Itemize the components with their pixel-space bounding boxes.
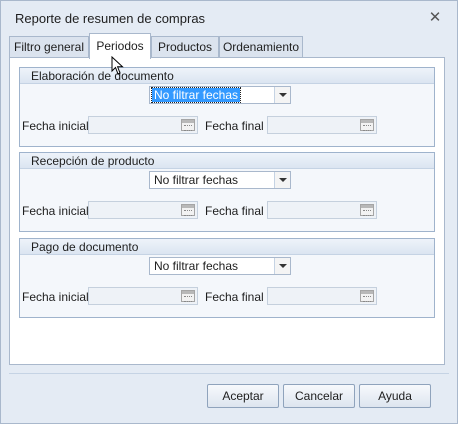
end-date-field[interactable]	[267, 201, 377, 219]
combo-value: No filtrar fechas	[154, 173, 239, 187]
calendar-icon[interactable]	[181, 204, 195, 216]
calendar-icon[interactable]	[360, 204, 374, 216]
chevron-down-icon[interactable]	[274, 87, 290, 103]
end-date-label: Fecha final	[205, 290, 264, 304]
end-date-field[interactable]	[267, 287, 377, 305]
calendar-icon[interactable]	[360, 119, 374, 131]
accept-button[interactable]: Aceptar	[207, 384, 279, 408]
date-filter-select[interactable]: No filtrar fechas	[149, 171, 291, 189]
group-header: Elaboración de documento	[20, 68, 434, 84]
group-header: Recepción de producto	[20, 153, 434, 169]
start-date-label: Fecha inicial	[22, 290, 89, 304]
group-title: Pago de documento	[31, 240, 139, 254]
calendar-icon[interactable]	[360, 290, 374, 302]
close-icon[interactable]: ✕	[427, 10, 443, 25]
start-date-field[interactable]	[88, 287, 198, 305]
group-elaboracion: Elaboración de documento No filtrar fech…	[19, 67, 435, 147]
group-header: Pago de documento	[20, 239, 434, 255]
group-title: Elaboración de documento	[31, 69, 174, 83]
report-dialog: Reporte de resumen de compras ✕ Filtro g…	[0, 0, 458, 424]
end-date-label: Fecha final	[205, 119, 264, 133]
calendar-icon[interactable]	[181, 290, 195, 302]
help-button[interactable]: Ayuda	[359, 384, 431, 408]
group-title: Recepción de producto	[31, 154, 155, 168]
combo-value: No filtrar fechas	[154, 259, 239, 273]
calendar-icon[interactable]	[181, 119, 195, 131]
start-date-label: Fecha inicial	[22, 204, 89, 218]
periodos-panel: Elaboración de documento No filtrar fech…	[9, 57, 445, 365]
date-filter-select[interactable]: No filtrar fechas	[149, 86, 291, 104]
start-date-label: Fecha inicial	[22, 119, 89, 133]
start-date-field[interactable]	[88, 201, 198, 219]
start-date-field[interactable]	[88, 116, 198, 134]
cancel-button[interactable]: Cancelar	[283, 384, 355, 408]
date-filter-select[interactable]: No filtrar fechas	[149, 257, 291, 275]
tab-ordenamiento[interactable]: Ordenamiento	[219, 36, 303, 58]
group-recepcion: Recepción de producto No filtrar fechas …	[19, 152, 435, 232]
chevron-down-icon[interactable]	[274, 258, 290, 274]
window-title: Reporte de resumen de compras	[15, 11, 206, 26]
end-date-field[interactable]	[267, 116, 377, 134]
tab-productos[interactable]: Productos	[151, 36, 219, 58]
end-date-label: Fecha final	[205, 204, 264, 218]
title-bar: Reporte de resumen de compras ✕	[1, 1, 457, 33]
mouse-pointer-icon	[111, 56, 124, 75]
combo-value: No filtrar fechas	[150, 87, 242, 103]
footer-divider	[9, 373, 449, 374]
chevron-down-icon[interactable]	[274, 172, 290, 188]
group-pago: Pago de documento No filtrar fechas Fech…	[19, 238, 435, 318]
tab-filtro-general[interactable]: Filtro general	[9, 36, 89, 58]
tab-strip: Filtro general Periodos Productos Ordena…	[9, 33, 449, 59]
